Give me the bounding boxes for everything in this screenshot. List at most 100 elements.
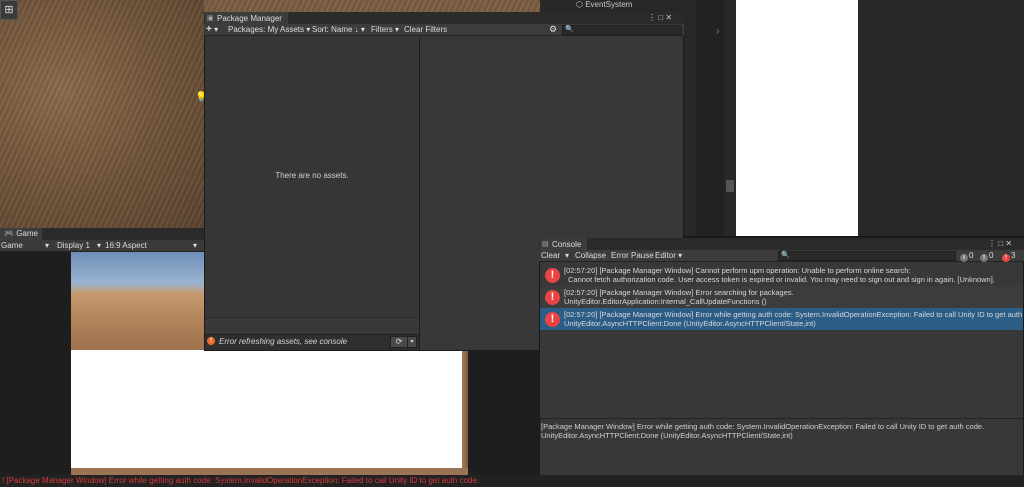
entry-line1: [02:57:20] [Package Manager Window] Erro… xyxy=(564,288,794,297)
refresh-icon: ⟳ xyxy=(395,337,403,346)
collapse-button[interactable]: Collapse xyxy=(575,251,606,261)
game-render xyxy=(71,252,204,356)
dropdown-arrow-icon: ▾ xyxy=(678,251,683,260)
console-entry-text: [02:57:20] [Package Manager Window] Erro… xyxy=(564,288,794,306)
error-pause-button[interactable]: Error Pause xyxy=(611,251,654,261)
entry-line2: Cannot fetch authorization code. User ac… xyxy=(568,275,995,284)
status-message: Error refreshing assets, see console xyxy=(219,337,348,346)
console-entry-text: [02:57:20] [Package Manager Window] Cann… xyxy=(564,266,995,284)
info-count: 0 xyxy=(969,251,974,260)
display-dropdown[interactable]: Display 1 ▾ xyxy=(57,241,101,251)
scene-view-strip xyxy=(204,0,540,12)
grid-icon[interactable]: ⊞ xyxy=(0,0,18,20)
game-mode-dropdown[interactable]: Game ▾ xyxy=(1,241,51,251)
search-icon: 🔍 xyxy=(565,26,574,33)
game-mode-label: Game xyxy=(1,241,23,250)
scrollbar[interactable] xyxy=(726,180,734,192)
dropdown-arrow-icon: ▾ xyxy=(360,25,365,34)
aspect-dropdown[interactable]: 16:9 Aspect ▾ xyxy=(105,241,199,251)
refresh-button[interactable]: ⟳ xyxy=(390,336,408,348)
package-manager-tab[interactable]: Package Manager xyxy=(205,12,288,24)
error-icon: ! xyxy=(1002,254,1010,262)
clear-label: Clear xyxy=(541,251,561,260)
aspect-label: 16:9 Aspect xyxy=(105,241,147,250)
clear-button[interactable]: Clear xyxy=(541,251,560,261)
dropdown-arrow-icon: ▾ xyxy=(214,25,219,34)
dropdown-arrow-icon: ▾ xyxy=(565,251,570,260)
console-title: Console xyxy=(552,240,582,249)
detail-line1: [Package Manager Window] Error while get… xyxy=(541,422,985,431)
package-icon: ▣ xyxy=(207,15,214,22)
dropdown-arrow-icon: ▾ xyxy=(306,25,311,34)
console-detail[interactable]: [Package Manager Window] Error while get… xyxy=(540,418,1023,478)
dropdown-arrow-icon: ▾ xyxy=(395,25,400,34)
warning-count-toggle[interactable]: ! 0 xyxy=(980,251,993,262)
console-entry-text: [02:57:20] [Package Manager Window] Erro… xyxy=(564,310,1022,328)
sort-dropdown[interactable]: Sort: Name ↓ ▾ xyxy=(312,25,365,35)
detail-line2: UnityEditor.AsyncHTTPClient:Done (UnityE… xyxy=(541,431,793,440)
entry-line2: UnityEditor.AsyncHTTPClient:Done (UnityE… xyxy=(564,319,816,328)
dropdown-arrow-icon: ▾ xyxy=(96,241,101,250)
packages-dropdown[interactable]: Packages: My Assets ▾ xyxy=(228,25,310,35)
editor-dropdown[interactable]: Editor ▾ xyxy=(655,251,682,261)
info-count-toggle[interactable]: i0 xyxy=(960,251,974,262)
plus-icon: + xyxy=(206,24,212,35)
entry-line1: [02:57:20] [Package Manager Window] Cann… xyxy=(564,266,911,275)
packages-dropdown-label: Packages: My Assets xyxy=(228,25,305,34)
preview-panel xyxy=(736,0,858,236)
chevron-right-icon[interactable]: › xyxy=(716,26,719,37)
tab-game[interactable]: 🎮 Game xyxy=(0,228,42,240)
info-icon: i xyxy=(960,254,968,262)
hierarchy-item-label: EventSystem xyxy=(585,0,633,9)
console-entry[interactable]: ! [02:57:20] [Package Manager Window] Ca… xyxy=(540,264,1023,286)
maximize-icon[interactable]: □ xyxy=(658,13,663,22)
package-list-footer xyxy=(205,317,419,333)
splitter-panel xyxy=(696,0,724,236)
warning-icon: ! xyxy=(980,254,988,262)
gear-icon[interactable]: ⚙ xyxy=(549,24,557,35)
clear-filters-button[interactable]: Clear Filters xyxy=(404,25,447,35)
menu-icon[interactable]: ⋮ xyxy=(648,13,656,22)
display-label: Display 1 xyxy=(57,241,90,250)
console-entry[interactable]: ! [02:57:20] [Package Manager Window] Er… xyxy=(540,286,1023,308)
editor-statusbar[interactable]: ! [Package Manager Window] Error while g… xyxy=(0,475,1024,487)
search-icon: 🔍 xyxy=(781,252,790,259)
sort-dropdown-label: Sort: Name ↓ xyxy=(312,25,359,34)
hierarchy-item-eventsystem[interactable]: ⬡ EventSystem xyxy=(576,0,632,10)
scene-view[interactable] xyxy=(0,0,204,228)
dropdown-arrow-icon: ▾ xyxy=(410,339,414,345)
error-icon: ! xyxy=(545,290,560,305)
dropdown-arrow-icon: ▾ xyxy=(192,241,197,250)
menu-icon[interactable]: ⋮ xyxy=(988,239,996,248)
error-count: 3 xyxy=(1011,251,1016,260)
maximize-icon[interactable]: □ xyxy=(998,239,1003,248)
entry-line2: UnityEditor.EditorApplication:Internal_C… xyxy=(564,297,767,306)
refresh-dropdown[interactable]: ▾ xyxy=(407,336,417,348)
package-manager-title: Package Manager xyxy=(217,14,282,23)
filters-dropdown[interactable]: Filters ▾ xyxy=(371,25,399,35)
entry-line1: [02:57:20] [Package Manager Window] Erro… xyxy=(564,310,1023,319)
statusbar-message: [Package Manager Window] Error while get… xyxy=(6,476,480,485)
close-icon[interactable]: ✕ xyxy=(1005,239,1012,248)
console-entry-selected[interactable]: ! [02:57:20] [Package Manager Window] Er… xyxy=(540,308,1023,330)
game-render-blank xyxy=(71,350,466,474)
console-titlebar[interactable] xyxy=(539,238,1024,250)
gamepad-icon: 🎮 xyxy=(4,229,14,238)
error-count-toggle[interactable]: ! 3 xyxy=(1002,251,1016,262)
add-package-button[interactable]: + ▾ xyxy=(206,25,218,35)
window-controls: ⋮ □ ✕ xyxy=(988,238,1012,250)
filters-dropdown-label: Filters xyxy=(371,25,393,34)
cube-icon: ⬡ xyxy=(576,0,583,9)
editor-dropdown-label: Editor xyxy=(655,251,676,260)
console-search-input[interactable]: 🔍 xyxy=(778,251,956,261)
tab-game-label: Game xyxy=(16,229,38,238)
package-search-input[interactable]: 🔍 xyxy=(562,25,682,35)
dropdown-arrow-icon: ▾ xyxy=(44,241,49,250)
console-icon: ▤ xyxy=(542,241,549,248)
game-render-edge xyxy=(462,350,468,474)
clear-options-dropdown[interactable]: ▾ xyxy=(565,251,569,261)
game-render-bottom xyxy=(71,468,468,475)
error-icon: ! xyxy=(545,268,560,283)
error-icon: ! xyxy=(545,312,560,327)
close-icon[interactable]: ✕ xyxy=(665,13,672,22)
